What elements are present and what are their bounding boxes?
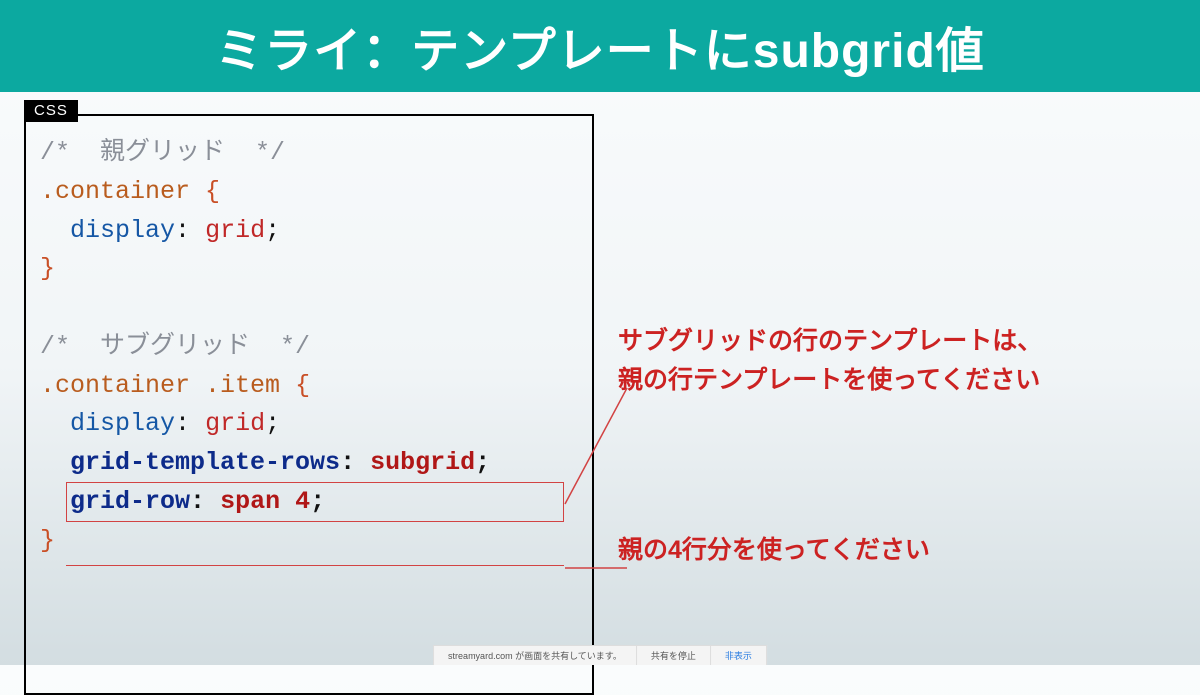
brace-open: {: [205, 177, 220, 206]
highlight-underline-span4: [66, 522, 564, 566]
code-wrapper: CSS /* 親グリッド */ .container { display: gr…: [24, 114, 594, 695]
hide-bar-button[interactable]: 非表示: [711, 646, 766, 665]
slide-content: CSS /* 親グリッド */ .container { display: gr…: [0, 92, 1200, 695]
code-prop-gtr: grid-template-rows: [70, 448, 340, 477]
code-selector-sub: .container .item: [40, 371, 280, 400]
screen-share-bar: streamyard.com が画面を共有しています。 共有を停止 非表示: [433, 645, 767, 665]
code-prop-display: display: [70, 216, 175, 245]
code-val-subgrid: subgrid: [370, 448, 475, 477]
annotation-subgrid-template: サブグリッドの行のテンプレートは、 親の行テンプレートを使ってください: [618, 322, 1042, 400]
code-comment-sub: /* サブグリッド */: [40, 332, 310, 361]
code-val-grid: grid: [205, 216, 265, 245]
brace-close: }: [40, 254, 55, 283]
code-block: /* 親グリッド */ .container { display: grid; …: [24, 114, 594, 695]
page-title: ミライ：テンプレートにsubgrid値: [215, 11, 985, 81]
share-status-text: streamyard.com が画面を共有しています。: [434, 646, 637, 665]
code-comment-parent: /* 親グリッド */: [40, 138, 285, 167]
title-bar: ミライ：テンプレートにsubgrid値: [0, 0, 1200, 92]
annotation-span4: 親の4行分を使ってください: [618, 530, 930, 566]
highlight-box-subgrid: [66, 482, 564, 522]
code-language-tab: CSS: [24, 100, 78, 122]
stop-share-button[interactable]: 共有を停止: [637, 646, 711, 665]
code-selector-container: .container: [40, 177, 190, 206]
